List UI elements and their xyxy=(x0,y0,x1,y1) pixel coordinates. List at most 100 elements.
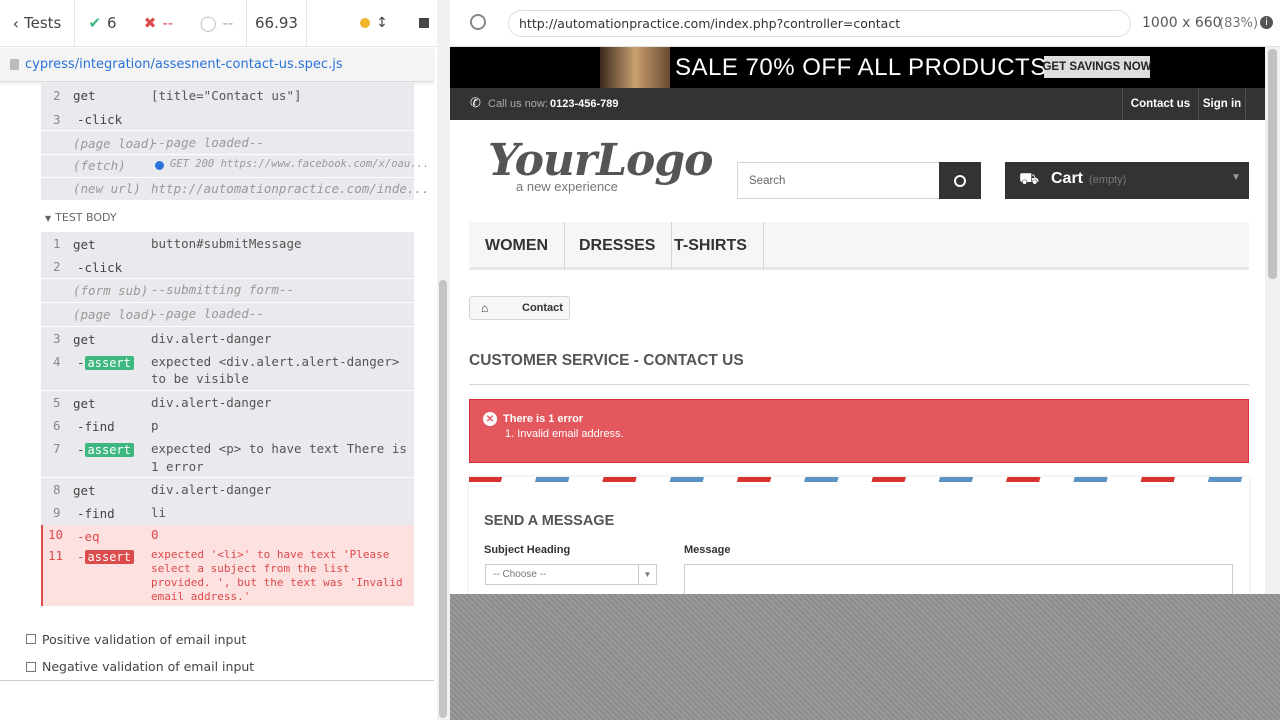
logo[interactable]: YourLogo a new experience xyxy=(488,135,714,195)
send-message-heading: SEND A MESSAGE xyxy=(484,513,615,529)
error-item: 1. Invalid email address. xyxy=(505,428,624,440)
command-row[interactable]: 2 get [title="Contact us"] xyxy=(41,83,414,107)
search-button[interactable] xyxy=(939,162,981,199)
cart-icon: ⛟ xyxy=(1019,171,1040,188)
command-name: get xyxy=(73,332,96,347)
assert-prefix: - assert xyxy=(77,442,134,457)
command-row[interactable]: 3 -click xyxy=(41,107,414,131)
passed-count: ✔ 6 xyxy=(75,0,130,46)
viewport-scale: (83%) xyxy=(1219,16,1259,31)
command-number: 2 xyxy=(53,88,61,103)
command-row[interactable]: 2 -click xyxy=(41,255,414,278)
event-row[interactable]: (page load) --page loaded-- xyxy=(41,131,414,154)
command-number: 2 xyxy=(53,259,61,274)
tests-back-button[interactable]: ‹ Tests xyxy=(0,0,75,46)
arrows-vertical-icon: ↕ xyxy=(376,15,388,31)
test-body-header[interactable]: ▼ TEST BODY xyxy=(45,211,117,224)
assert-value: There is xyxy=(346,441,407,456)
chevron-left-icon: ‹ xyxy=(12,13,20,33)
viewport-size: 1000 x 660 xyxy=(1142,15,1222,31)
spec-file-link[interactable]: cypress/integration/assesnent-contact-us… xyxy=(25,57,343,72)
assert-message: expected <div.alert.alert-danger> xyxy=(151,354,399,369)
crosshair-icon[interactable] xyxy=(470,14,486,30)
event-name: (page load) xyxy=(73,307,156,322)
chevron-down-icon: ▼ xyxy=(1231,172,1241,183)
command-number: 8 xyxy=(53,482,61,497)
assert-message: to be visible xyxy=(151,371,249,386)
failed-command-group[interactable]: 10 -eq 0 11 - assert expected '<li>' to h… xyxy=(41,525,414,606)
reporter-header: ‹ Tests ✔ 6 ✖ -- ◯ -- 66.93 ↕ xyxy=(0,0,450,47)
command-row[interactable]: 1 get button#submitMessage xyxy=(41,232,414,255)
menu-women[interactable]: WOMEN xyxy=(469,222,566,270)
message-textarea[interactable] xyxy=(684,564,1233,594)
model-image xyxy=(600,47,670,88)
command-row[interactable]: 5 get div.alert-danger 6 -find p 7 - assert ex… xyxy=(41,391,414,478)
event-row[interactable]: (form sub) --submitting form-- xyxy=(41,279,414,302)
menu-tshirts[interactable]: T-SHIRTS xyxy=(658,222,764,270)
info-icon[interactable]: i xyxy=(1260,16,1273,29)
assert-word: expected xyxy=(151,441,212,456)
checkbox-icon xyxy=(26,661,36,672)
scrollbar-thumb[interactable] xyxy=(1268,49,1277,279)
search-input[interactable]: Search xyxy=(737,162,940,199)
assert-prefix: - assert xyxy=(77,355,134,370)
message-label: Message xyxy=(684,544,731,556)
command-number: 5 xyxy=(53,395,61,410)
pending-number: -- xyxy=(222,14,234,32)
phone-icon: ✆ xyxy=(470,95,481,110)
command-number: 3 xyxy=(53,331,61,346)
error-line: select a subject from the list xyxy=(151,562,350,575)
logo-tagline: a new experience xyxy=(516,179,618,194)
get-savings-button[interactable]: GET SAVINGS NOW xyxy=(1042,56,1152,78)
subject-label: Subject Heading xyxy=(484,544,571,556)
url-bar: http://automationpractice.com/index.php?… xyxy=(450,0,1280,47)
event-name: (form sub) xyxy=(73,283,149,298)
scrollbar-thumb[interactable] xyxy=(439,280,447,718)
reporter-scrollbar[interactable] xyxy=(437,0,450,720)
app-scrollbar[interactable] xyxy=(1265,47,1280,594)
menu-dresses[interactable]: DRESSES xyxy=(563,222,673,270)
event-message: --page loaded-- xyxy=(151,135,264,150)
command-message: p xyxy=(151,418,159,433)
test-item[interactable]: Positive validation of email input xyxy=(0,626,434,652)
app-preview: SALE 70% OFF ALL PRODUCTS GET SAVINGS NO… xyxy=(450,47,1280,594)
failed-number: -- xyxy=(162,14,174,32)
command-message: [title="Contact us"] xyxy=(151,88,302,103)
command-name: get xyxy=(73,396,96,411)
event-row[interactable]: (new url) http://automationpractice.com/i… xyxy=(41,178,429,200)
phone-number: 0123-456-789 xyxy=(550,98,619,110)
subject-select[interactable]: -- Choose -- ▼ xyxy=(485,564,657,585)
auto-scroll-toggle[interactable]: ↕ xyxy=(354,0,394,46)
assert-subject: <div.alert.alert-danger> xyxy=(218,354,400,369)
command-message: button#submitMessage xyxy=(151,236,302,251)
command-row[interactable]: 3 get div.alert-danger 4 - assert expected <… xyxy=(41,327,414,391)
assert-subject: <p> xyxy=(218,441,242,456)
assert-message: expected <p> to have text There is xyxy=(151,441,407,456)
status-dot-icon xyxy=(360,18,371,28)
dash: - xyxy=(77,442,85,457)
contact-us-link[interactable]: Contact us xyxy=(1122,88,1198,120)
cart-box[interactable]: ⛟ Cart (empty) ▼ xyxy=(1005,162,1249,199)
command-name: get xyxy=(73,237,96,252)
cart-state: (empty) xyxy=(1089,174,1127,186)
cart-label: Cart xyxy=(1051,170,1084,187)
sign-in-link[interactable]: Sign in xyxy=(1198,88,1246,120)
browser-area: http://automationpractice.com/index.php?… xyxy=(450,0,1280,720)
stop-button[interactable] xyxy=(408,0,440,46)
event-row[interactable]: (page load) --page loaded-- xyxy=(41,303,414,326)
home-icon[interactable]: ⌂ xyxy=(481,301,488,315)
assert-badge: assert xyxy=(84,356,134,370)
event-row[interactable]: (fetch) GET 200 https://www.facebook.com/… xyxy=(41,155,429,177)
assert-prefix: - assert xyxy=(77,549,134,564)
command-row[interactable]: 8 get div.alert-danger 9 -find li xyxy=(41,478,414,525)
test-body-label: TEST BODY xyxy=(55,211,117,224)
event-name: (fetch) xyxy=(73,158,126,173)
test-title: Negative validation of email input xyxy=(42,659,255,674)
command-message: li xyxy=(151,505,167,520)
url-field[interactable]: http://automationpractice.com/index.php?… xyxy=(508,10,1131,37)
viewport-background xyxy=(450,594,1280,720)
breadcrumb: ⌂ Contact xyxy=(469,296,570,320)
event-message: --submitting form-- xyxy=(151,282,294,297)
sale-banner[interactable]: SALE 70% OFF ALL PRODUCTS GET SAVINGS NO… xyxy=(450,47,1280,88)
test-item[interactable]: Negative validation of email input xyxy=(0,653,434,681)
